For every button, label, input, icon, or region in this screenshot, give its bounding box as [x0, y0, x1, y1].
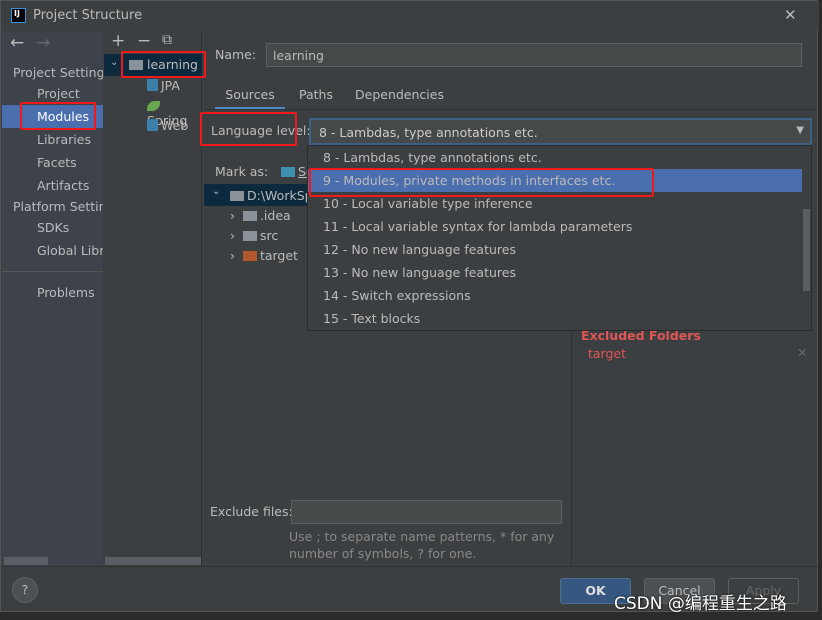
sidebar-item-facets[interactable]: Facets	[37, 155, 77, 170]
chevron-down-icon: ▼	[796, 125, 804, 136]
option-15[interactable]: 15 - Text blocks	[308, 307, 811, 330]
sidebar-item-artifacts[interactable]: Artifacts	[37, 178, 89, 193]
option-11[interactable]: 11 - Local variable syntax for lambda pa…	[308, 215, 811, 238]
divider	[571, 326, 572, 566]
divider	[204, 109, 816, 110]
folder-icon	[230, 191, 244, 201]
annotation-box-modules	[20, 102, 96, 130]
option-12[interactable]: 12 - No new language features	[308, 238, 811, 261]
exclude-files-label: Exclude files:	[210, 504, 293, 519]
jpa-icon	[147, 79, 158, 91]
divider	[1, 566, 819, 567]
facet-jpa[interactable]: JPA	[147, 78, 180, 93]
modules-panel: + − ⧉ ⌄ learning JPA Spring Web	[104, 31, 202, 566]
divider	[2, 271, 103, 272]
section-project-settings: Project Settings	[13, 65, 103, 80]
help-button[interactable]: ?	[12, 577, 38, 603]
dropdown-scrollbar[interactable]	[803, 209, 810, 291]
title-bar: IJ Project Structure ✕	[1, 1, 819, 31]
excluded-folder-icon	[242, 251, 257, 261]
horizontal-scrollbar[interactable]	[105, 557, 201, 565]
option-13[interactable]: 13 - No new language features	[308, 261, 811, 284]
option-8[interactable]: 8 - Lambdas, type annotations etc.	[308, 146, 811, 169]
remove-excluded-icon[interactable]: ✕	[797, 345, 807, 360]
annotation-box-learning	[121, 51, 206, 78]
excluded-folder-target: target	[588, 346, 627, 361]
tree-item-target[interactable]: › target	[230, 248, 298, 263]
mark-as-label: Mark as:	[215, 164, 269, 179]
annotation-box-language-level	[200, 112, 297, 146]
remove-icon[interactable]: −	[137, 31, 151, 51]
copy-icon[interactable]: ⧉	[162, 32, 172, 48]
tree-label: .idea	[259, 208, 291, 223]
tab-paths[interactable]: Paths	[299, 87, 333, 102]
name-value: learning	[273, 48, 324, 63]
exclude-files-hint: Use ; to separate name patterns, * for a…	[289, 529, 555, 561]
chevron-down-icon: ⌄	[110, 57, 119, 68]
forward-arrow-icon[interactable]: →	[36, 33, 50, 53]
language-level-select[interactable]: 8 - Lambdas, type annotations etc. ▼	[309, 118, 812, 145]
name-input[interactable]: learning	[266, 43, 802, 67]
close-icon[interactable]: ✕	[784, 6, 797, 24]
tree-item-src[interactable]: › src	[230, 228, 278, 243]
tree-label: src	[259, 228, 279, 243]
tab-label: Sources	[225, 87, 275, 102]
sidebar-item-global-libraries[interactable]: Global Libraries	[37, 243, 103, 258]
section-platform-settings: Platform Settings	[13, 199, 103, 214]
facet-label: Web	[161, 118, 189, 133]
tab-sources[interactable]: Sources	[215, 87, 285, 110]
exclude-files-input[interactable]	[291, 500, 562, 524]
sidebar-item-project[interactable]: Project	[37, 86, 80, 101]
spring-leaf-icon	[147, 101, 160, 111]
name-label: Name:	[215, 47, 257, 62]
facet-web[interactable]: Web	[147, 118, 188, 133]
tab-dependencies[interactable]: Dependencies	[355, 87, 444, 102]
intellij-logo-icon: IJ	[11, 8, 26, 23]
content-root-path: D:\WorkSpace	[247, 188, 314, 203]
folder-icon	[242, 211, 257, 221]
web-icon	[147, 119, 158, 131]
back-arrow-icon[interactable]: ←	[10, 33, 24, 53]
window-title: Project Structure	[33, 8, 143, 23]
content-root[interactable]: ⌄ D:\WorkSpace	[204, 184, 314, 206]
selected-value: 8 - Lambdas, type annotations etc.	[319, 125, 538, 140]
sidebar-item-libraries[interactable]: Libraries	[37, 132, 91, 147]
facet-label: JPA	[161, 78, 180, 93]
add-icon[interactable]: +	[111, 31, 125, 51]
tree-label: target	[259, 248, 298, 263]
option-14[interactable]: 14 - Switch expressions	[308, 284, 811, 307]
horizontal-scrollbar[interactable]	[4, 557, 48, 565]
folder-icon	[242, 231, 257, 241]
folder-icon	[281, 167, 295, 177]
sidebar-item-problems[interactable]: Problems	[37, 285, 95, 300]
chevron-down-icon: ⌄	[212, 186, 221, 197]
annotation-box-option-9	[309, 168, 654, 197]
watermark: CSDN @编程重生之路	[614, 594, 787, 614]
tree-item-idea[interactable]: › .idea	[230, 208, 291, 223]
sidebar-item-sdks[interactable]: SDKs	[37, 220, 69, 235]
